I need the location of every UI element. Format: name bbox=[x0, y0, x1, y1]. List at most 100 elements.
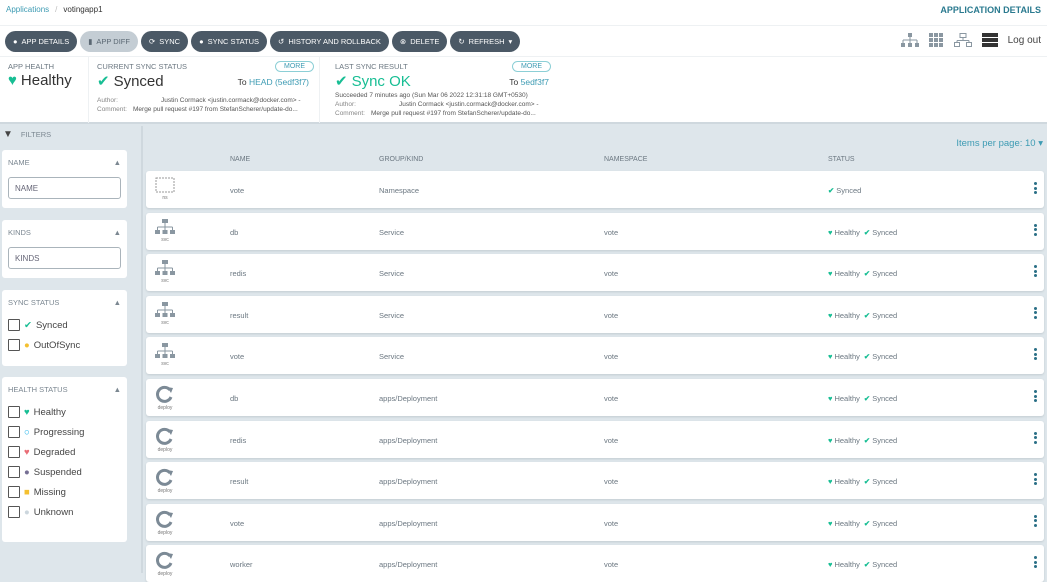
table-row[interactable]: deploy redis apps/Deployment vote ♥ Healt… bbox=[146, 420, 1044, 458]
resource-name: db bbox=[230, 227, 239, 237]
resource-name: redis bbox=[230, 435, 247, 445]
filter-missing[interactable]: ■ Missing bbox=[8, 486, 121, 498]
resource-group-kind: Service bbox=[379, 269, 405, 279]
heart-icon: ♥ bbox=[8, 72, 17, 89]
filter-outofsync[interactable]: ● OutOfSync bbox=[8, 339, 121, 351]
sync-icon: ⟳ bbox=[148, 37, 156, 46]
table-row[interactable]: deploy result apps/Deployment vote ♥ Heal… bbox=[146, 462, 1044, 500]
checkbox[interactable] bbox=[8, 446, 20, 458]
pods-view-icon[interactable] bbox=[928, 33, 944, 47]
checkbox[interactable] bbox=[8, 339, 20, 351]
more-menu-icon[interactable] bbox=[1034, 390, 1037, 404]
delete-button[interactable]: ⊗ DELETE bbox=[391, 31, 448, 52]
deploy-kind-icon: deploy bbox=[154, 427, 176, 453]
refresh-button[interactable]: ↻ REFRESH ▾ bbox=[450, 31, 521, 52]
resource-status: ♥ Healthy ✔ Synced bbox=[828, 435, 898, 445]
list-view-icon[interactable] bbox=[981, 33, 998, 47]
resource-namespace: vote bbox=[604, 227, 619, 237]
resource-status: ♥ Healthy ✔ Synced bbox=[828, 269, 898, 279]
app-diff-button[interactable]: ▮ APP DIFF bbox=[80, 31, 138, 52]
history-rollback-button[interactable]: ↺ HISTORY AND ROLLBACK bbox=[270, 31, 389, 52]
checkbox[interactable] bbox=[8, 406, 20, 418]
revision-link[interactable]: 5edf3f7 bbox=[521, 77, 549, 87]
caret-down-icon: ▾ bbox=[508, 37, 513, 46]
tree-view-icon[interactable] bbox=[900, 33, 919, 47]
header-namespace[interactable]: NAMESPACE bbox=[604, 156, 647, 163]
more-menu-icon[interactable] bbox=[1034, 223, 1037, 238]
more-menu-icon[interactable] bbox=[1034, 514, 1037, 529]
more-menu-icon[interactable] bbox=[1034, 306, 1037, 321]
resource-group-kind: Namespace bbox=[379, 186, 420, 195]
breadcrumb-applications[interactable]: Applications bbox=[6, 5, 49, 14]
filter-degraded[interactable]: ♥ Degraded bbox=[8, 446, 121, 458]
current-sync-more-button[interactable]: MORE bbox=[275, 61, 314, 72]
sync-status-button[interactable]: ● SYNC STATUS bbox=[191, 31, 268, 52]
collapse-icon[interactable]: ▲ bbox=[114, 158, 121, 167]
more-menu-icon[interactable] bbox=[1034, 265, 1037, 279]
filter-healthy[interactable]: ♥ Healthy bbox=[8, 406, 121, 418]
resource-name: redis bbox=[230, 269, 247, 279]
filter-progressing[interactable]: ○ Progressing bbox=[8, 426, 121, 438]
filters-header: ▼ FILTERS bbox=[3, 129, 52, 140]
info-icon: ● bbox=[199, 37, 204, 46]
resource-namespace: vote bbox=[604, 269, 619, 279]
header-group-kind[interactable]: GROUP/KIND bbox=[379, 156, 423, 163]
check-circle-icon: ✔ bbox=[863, 310, 871, 320]
header-status[interactable]: STATUS bbox=[828, 156, 855, 163]
collapse-icon[interactable]: ▲ bbox=[114, 385, 121, 394]
header-name[interactable]: NAME bbox=[230, 156, 250, 163]
more-menu-icon[interactable] bbox=[1034, 431, 1037, 446]
resource-name: result bbox=[230, 310, 249, 320]
table-row[interactable]: deploy vote apps/Deployment vote ♥ Health… bbox=[146, 503, 1044, 541]
breadcrumb-current: votingapp1 bbox=[63, 5, 103, 14]
more-menu-icon[interactable] bbox=[1034, 556, 1037, 570]
app-health: APP HEALTH ♥ Healthy bbox=[8, 62, 72, 89]
resource-group-kind: Service bbox=[379, 352, 405, 362]
filter-suspended[interactable]: ● Suspended bbox=[8, 466, 121, 478]
items-per-page-dropdown[interactable]: Items per page: 10 ▾ bbox=[956, 138, 1043, 149]
checkbox[interactable] bbox=[8, 486, 20, 498]
name-filter-panel: NAME ▲ NAME bbox=[2, 150, 127, 208]
deploy-kind-icon: deploy bbox=[154, 551, 176, 577]
check-circle-icon: ✔ bbox=[863, 269, 871, 279]
more-menu-icon[interactable] bbox=[1034, 348, 1037, 362]
checkbox[interactable] bbox=[8, 426, 20, 438]
svc-kind-icon: svc bbox=[154, 260, 176, 284]
filter-unknown[interactable]: ● Unknown bbox=[8, 506, 121, 518]
collapse-icon[interactable]: ▲ bbox=[114, 298, 121, 307]
table-row[interactable]: svc result Service vote ♥ Healthy ✔ Synced bbox=[146, 295, 1044, 333]
more-menu-icon[interactable] bbox=[1034, 182, 1037, 196]
table-row[interactable]: svc vote Service vote ♥ Healthy ✔ Synced bbox=[146, 337, 1044, 375]
deploy-kind-icon: deploy bbox=[154, 510, 176, 536]
header: Applications / votingapp1 APPLICATION DETA… bbox=[0, 0, 1047, 124]
resource-status: ♥ Healthy ✔ Synced bbox=[828, 560, 898, 570]
checkbox[interactable] bbox=[8, 506, 20, 518]
table-row[interactable]: ns vote Namespace ✔ Synced bbox=[146, 171, 1044, 208]
last-sync-more-button[interactable]: MORE bbox=[512, 61, 551, 72]
sync-button[interactable]: ⟳ SYNC bbox=[140, 31, 189, 52]
table-row[interactable]: deploy db apps/Deployment vote ♥ Healthy ✔… bbox=[146, 379, 1044, 416]
current-sync-status: CURRENT SYNC STATUS ✔ Synced MORE To HEAD… bbox=[88, 57, 320, 123]
checkbox[interactable] bbox=[8, 319, 20, 331]
kinds-filter-input[interactable]: KINDS bbox=[8, 247, 121, 269]
network-view-icon[interactable] bbox=[953, 33, 972, 47]
collapse-icon[interactable]: ▲ bbox=[114, 228, 121, 237]
health-status-filter-panel: HEALTH STATUS ▲ ♥ Healthy ○ Progressing ♥ De… bbox=[2, 377, 127, 542]
ns-kind-icon: ns bbox=[154, 177, 176, 201]
name-filter-input[interactable]: NAME bbox=[8, 177, 121, 199]
app-details-button[interactable]: ● APP DETAILS bbox=[5, 31, 78, 52]
more-menu-icon[interactable] bbox=[1034, 473, 1037, 487]
filter-synced[interactable]: ✔ Synced bbox=[8, 319, 121, 331]
sync-status-filter-panel: SYNC STATUS ▲ ✔ Synced ● OutOfSync bbox=[2, 290, 127, 366]
question-circle-icon: ● bbox=[24, 506, 30, 518]
page-title: APPLICATION DETAILS bbox=[940, 5, 1041, 15]
svc-kind-icon: svc bbox=[154, 343, 176, 367]
table-row[interactable]: deploy worker apps/Deployment vote ♥ Heal… bbox=[146, 545, 1044, 582]
table-row[interactable]: svc db Service vote ♥ Healthy ✔ Synced bbox=[146, 212, 1044, 250]
revision-link[interactable]: HEAD (5edf3f7) bbox=[249, 77, 309, 87]
resource-name: worker bbox=[230, 560, 253, 570]
table-row[interactable]: svc redis Service vote ♥ Healthy ✔ Synced bbox=[146, 254, 1044, 292]
logout-link[interactable]: Log out bbox=[1008, 35, 1041, 46]
checkbox[interactable] bbox=[8, 466, 20, 478]
resource-group-kind: apps/Deployment bbox=[379, 518, 438, 528]
